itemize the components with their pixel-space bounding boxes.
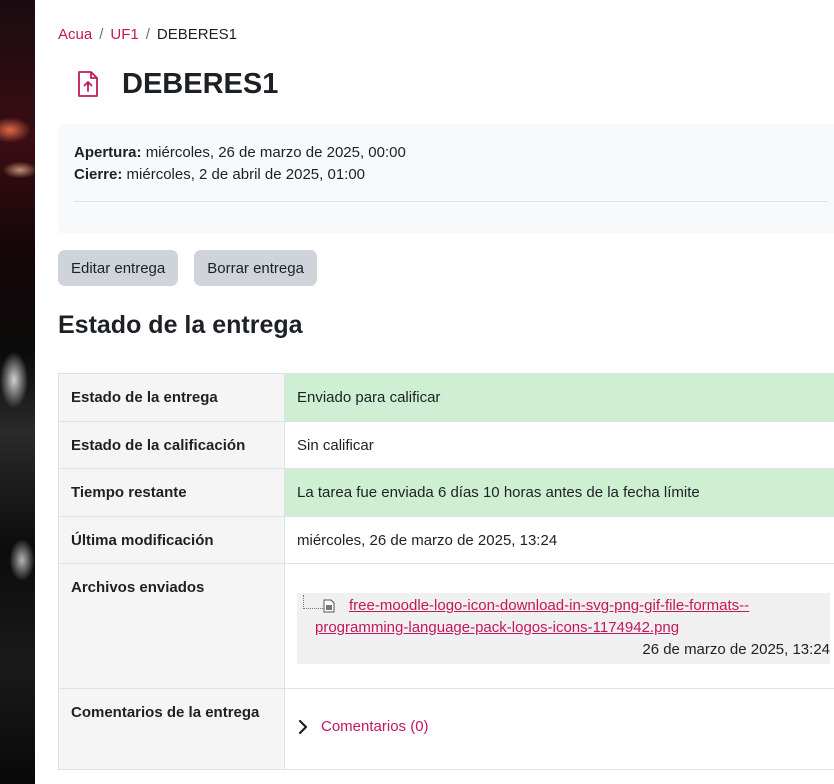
activity-dates: Apertura: miércoles, 26 de marzo de 2025… (58, 124, 834, 234)
row-value: miércoles, 26 de marzo de 2025, 13:24 (284, 516, 834, 564)
file-line: free-moodle-logo-icon-download-in-svg-pn… (297, 593, 830, 617)
row-value: Comentarios (0) (284, 688, 834, 770)
table-row: Estado de la calificación Sin calificar (58, 421, 834, 469)
opening-label: Apertura: (74, 144, 142, 161)
table-row: Tiempo restante La tarea fue enviada 6 d… (58, 468, 834, 517)
file-link-continuation[interactable]: programming-language-pack-logos-icons-11… (315, 617, 830, 639)
table-row: Archivos enviados free-moodle-logo-icon-… (58, 563, 834, 689)
file-name-continuation: programming-language-pack-logos-icons-11… (297, 617, 830, 639)
row-label: Comentarios de la entrega (58, 688, 285, 770)
tree-connector (303, 595, 323, 609)
row-label: Archivos enviados (58, 563, 285, 689)
row-value: Enviado para calificar (284, 373, 834, 422)
opening-value: miércoles, 26 de marzo de 2025, 00:00 (145, 144, 406, 161)
comments-toggle[interactable]: Comentarios (0) (297, 718, 834, 735)
breadcrumb-link-acua[interactable]: Acua (58, 26, 92, 43)
edit-submission-button[interactable]: Editar entrega (58, 250, 179, 286)
row-label: Estado de la entrega (58, 373, 285, 422)
table-row: Última modificación miércoles, 26 de mar… (58, 516, 834, 564)
row-label: Última modificación (58, 516, 285, 564)
row-value: free-moodle-logo-icon-download-in-svg-pn… (284, 563, 834, 689)
breadcrumb-current: DEBERES1 (156, 26, 237, 43)
page-header: DEBERES1 (58, 66, 278, 102)
chevron-right-icon (298, 719, 308, 734)
row-value: La tarea fue enviada 6 días 10 horas ant… (284, 468, 834, 517)
file-date: 26 de marzo de 2025, 13:24 (642, 641, 830, 658)
breadcrumb-separator: / (99, 26, 104, 43)
closing-date: Cierre: miércoles, 2 de abril de 2025, 0… (74, 164, 832, 186)
comments-link[interactable]: Comentarios (0) (321, 718, 429, 735)
closing-value: miércoles, 2 de abril de 2025, 01:00 (126, 166, 366, 183)
breadcrumb-link-uf1[interactable]: UF1 (110, 26, 138, 43)
delete-submission-button[interactable]: Borrar entrega (194, 250, 317, 286)
section-title: Estado de la entrega (58, 311, 303, 339)
submitted-file: free-moodle-logo-icon-download-in-svg-pn… (297, 593, 830, 664)
row-label: Tiempo restante (58, 468, 285, 517)
background-image-strip (0, 0, 35, 784)
breadcrumb: Acua / UF1 / DEBERES1 (58, 26, 237, 43)
opening-date: Apertura: miércoles, 26 de marzo de 2025… (74, 142, 832, 164)
submission-status-table: Estado de la entrega Enviado para califi… (58, 373, 834, 770)
action-buttons: Editar entrega Borrar entrega (58, 250, 317, 286)
row-label: Estado de la calificación (58, 421, 285, 469)
page-title: DEBERES1 (122, 67, 279, 100)
divider (74, 201, 828, 202)
file-name-line1: free-moodle-logo-icon-download-in-svg-pn… (349, 597, 750, 614)
file-name-line2: programming-language-pack-logos-icons-11… (315, 619, 680, 636)
closing-label: Cierre: (74, 166, 123, 183)
breadcrumb-separator: / (145, 26, 150, 43)
file-upload-icon (70, 66, 106, 102)
table-row: Comentarios de la entrega Comentarios (0… (58, 688, 834, 770)
table-row: Estado de la entrega Enviado para califi… (58, 373, 834, 422)
file-link[interactable]: free-moodle-logo-icon-download-in-svg-pn… (321, 595, 749, 617)
row-value: Sin calificar (284, 421, 834, 469)
